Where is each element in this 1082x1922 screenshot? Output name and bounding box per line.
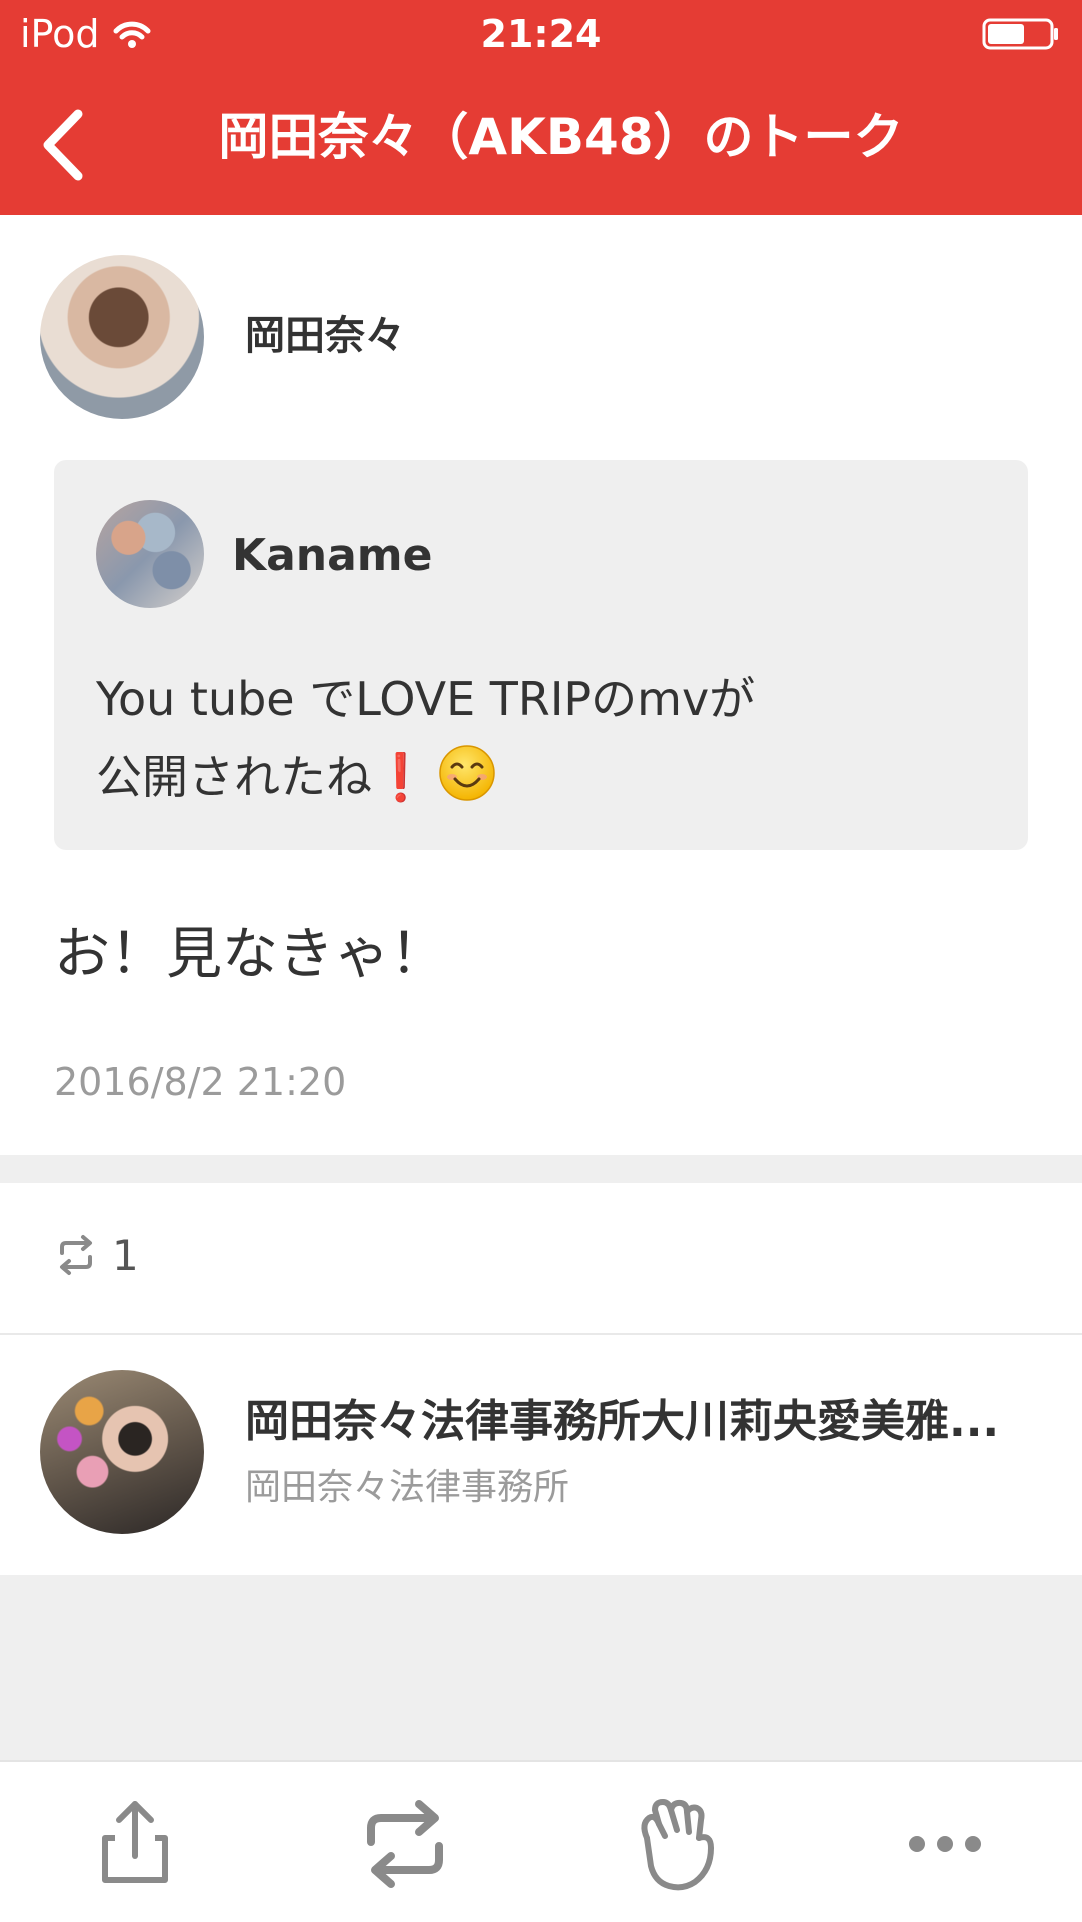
applause-button[interactable] — [625, 1794, 725, 1894]
exclamation-emoji-icon: ❗ — [372, 750, 430, 804]
page-title: 岡田奈々（AKB48）のトーク — [218, 108, 904, 166]
author-name[interactable]: 岡田奈々 — [245, 311, 405, 361]
chevron-left-icon — [43, 109, 83, 181]
repost-count-row[interactable]: 1 — [0, 1183, 1082, 1335]
quoted-text-line-2: 公開されたね❗ — [96, 738, 976, 816]
section-divider — [0, 1155, 1082, 1183]
back-button[interactable] — [30, 100, 100, 190]
reposter-subtitle: 岡田奈々法律事務所 — [245, 1467, 570, 1508]
status-time: 21:24 — [480, 12, 602, 56]
reposter-name: 岡田奈々法律事務所大川莉央愛美雅... — [245, 1396, 1000, 1447]
quoted-message-text: You tube でLOVE TRIPのmvが 公開されたね❗ — [96, 660, 976, 816]
repost-icon — [60, 1235, 92, 1275]
bottom-toolbar — [0, 1760, 1082, 1922]
more-icon — [909, 1836, 981, 1852]
navigation-bar: 岡田奈々（AKB48）のトーク — [0, 80, 1082, 200]
quoted-user-name: Kaname — [232, 530, 433, 581]
repost-icon — [367, 1800, 443, 1888]
empty-area — [0, 1575, 1082, 1760]
applause-icon — [641, 1799, 714, 1891]
repost-count: 1 — [112, 1231, 139, 1280]
quoted-text-line-1: You tube でLOVE TRIPのmvが — [96, 672, 756, 726]
quoted-text-line-2-text: 公開されたね — [96, 750, 372, 804]
post-timestamp: 2016/8/2 21:20 — [54, 1060, 347, 1104]
smiling-face-emoji-icon — [439, 745, 496, 801]
reposter-row[interactable]: 岡田奈々法律事務所大川莉央愛美雅... 岡田奈々法律事務所 — [0, 1335, 1082, 1575]
share-button[interactable] — [85, 1794, 185, 1894]
post-card: 岡田奈々 Kaname You tube でLOVE TRIPのmvが 公開され… — [0, 215, 1082, 1155]
quoted-user-avatar[interactable] — [96, 500, 204, 608]
repost-button[interactable] — [355, 1794, 455, 1894]
author-avatar[interactable] — [40, 255, 204, 419]
post-text: お！見なきゃ！ — [54, 922, 446, 987]
app-header: iPod 21:24 岡田奈々（AKB48）のトーク — [0, 0, 1082, 215]
battery-icon — [982, 18, 1058, 50]
more-button[interactable] — [895, 1794, 995, 1894]
quoted-message[interactable]: Kaname You tube でLOVE TRIPのmvが 公開されたね❗ — [54, 460, 1028, 850]
reposter-avatar[interactable] — [40, 1370, 204, 1534]
share-icon — [102, 1801, 168, 1883]
status-bar: iPod 21:24 — [0, 0, 1082, 70]
